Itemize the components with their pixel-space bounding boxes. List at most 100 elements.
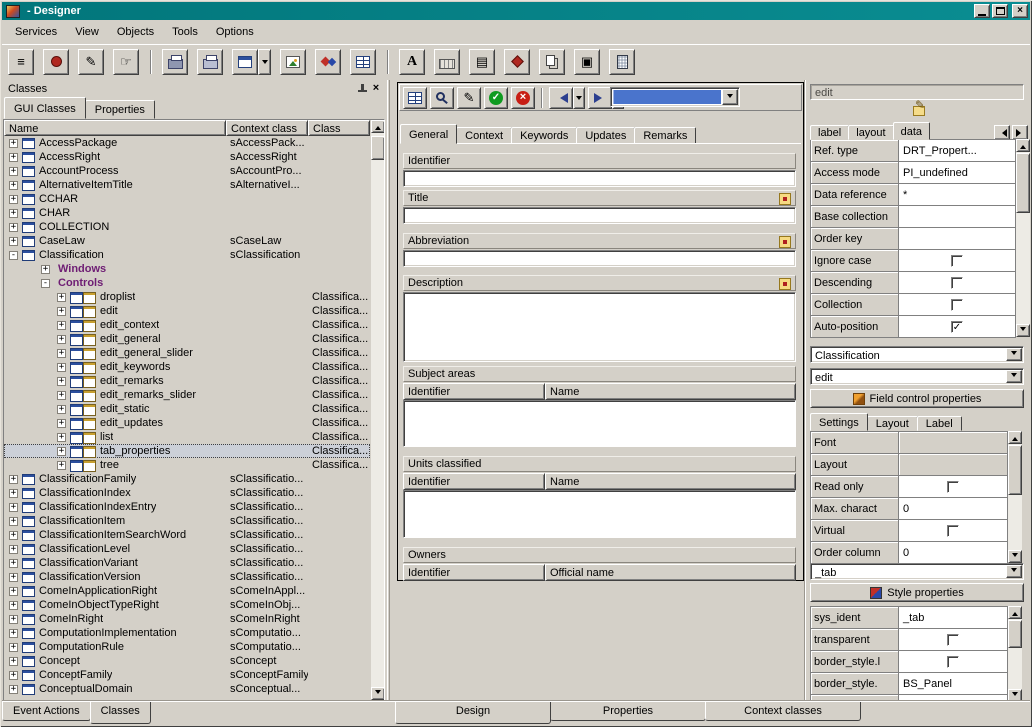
tree-row-caselaw[interactable]: +CaseLawsCaseLaw [4, 234, 370, 248]
collapse-box[interactable]: - [9, 251, 18, 260]
tree-row-accesspackage[interactable]: +AccessPackagesAccessPack... [4, 136, 370, 150]
expand-box[interactable]: + [9, 195, 18, 204]
pin-button[interactable] [355, 82, 369, 95]
tree-row-accessright[interactable]: +AccessRightsAccessRight [4, 150, 370, 164]
preview-button[interactable] [430, 87, 454, 109]
property-value[interactable]: 0 [899, 498, 1008, 520]
scrollbar-thumb[interactable] [1008, 445, 1022, 495]
tree-row-char[interactable]: +CHAR [4, 206, 370, 220]
grid-button[interactable] [350, 49, 376, 75]
style-properties-button[interactable]: Style properties [810, 583, 1024, 602]
identifier-input[interactable] [403, 170, 796, 187]
record-button[interactable] [43, 49, 69, 75]
tree-row-windows[interactable]: +Windows [4, 262, 370, 276]
tree-row-classificationitem[interactable]: +ClassificationItemsClassificatio... [4, 514, 370, 528]
scrollbar-thumb[interactable] [1008, 620, 1022, 648]
tree-row-alternativeitemtitle[interactable]: +AlternativeItemTitlesAlternativeI... [4, 178, 370, 192]
new-form-button[interactable] [232, 49, 258, 75]
expand-box[interactable]: + [41, 265, 50, 274]
minimize-button[interactable] [974, 4, 990, 18]
expand-box[interactable]: + [57, 461, 66, 470]
checkbox[interactable] [951, 299, 963, 311]
tree-row-controls[interactable]: -Controls [4, 276, 370, 290]
expand-box[interactable]: + [9, 587, 18, 596]
form-tab-remarks[interactable]: Remarks [634, 127, 696, 144]
tree-row-comeinright[interactable]: +ComeInRightsComeInRight [4, 612, 370, 626]
tree-row-conceptfamily[interactable]: +ConceptFamilysConceptFamily [4, 668, 370, 682]
tree-row-edit-general-slider[interactable]: +edit_general_sliderClassifica... [4, 346, 370, 360]
expand-box[interactable]: + [9, 629, 18, 638]
checkbox[interactable] [951, 277, 963, 289]
column-header-name[interactable]: Name [4, 120, 226, 136]
tree-row-droplist[interactable]: +droplistClassifica... [4, 290, 370, 304]
tree-row-accountprocess[interactable]: +AccountProcesssAccountPro... [4, 164, 370, 178]
expand-box[interactable]: + [9, 545, 18, 554]
expand-box[interactable]: + [57, 349, 66, 358]
settings-tab-label[interactable]: Label [917, 416, 962, 431]
assist-button[interactable]: ☞ [113, 49, 139, 75]
class-combo[interactable]: Classification [810, 346, 1024, 363]
column-header-class[interactable]: Class [308, 120, 370, 136]
scrollbar-thumb[interactable] [1016, 153, 1030, 213]
property-value[interactable] [899, 228, 1016, 250]
checkbox[interactable] [947, 656, 959, 668]
scroll-up-button[interactable] [1008, 431, 1022, 444]
form-tab-updates[interactable]: Updates [576, 127, 635, 144]
close-button[interactable]: × [1012, 4, 1028, 18]
image-button[interactable] [280, 49, 306, 75]
expand-box[interactable]: + [9, 153, 18, 162]
tabs-scroll-right-button[interactable] [1012, 125, 1028, 140]
property-value[interactable] [899, 454, 1008, 476]
subject-areas-table-body[interactable] [403, 400, 796, 447]
tree-row-classificationfamily[interactable]: +ClassificationFamilysClassificatio... [4, 472, 370, 486]
form-tab-general[interactable]: General [400, 124, 457, 144]
menu-tools[interactable]: Tools [163, 23, 207, 41]
expand-box[interactable]: + [57, 335, 66, 344]
data-grid-scrollbar[interactable] [1016, 139, 1030, 337]
scroll-down-button[interactable] [1008, 550, 1022, 563]
diamond-button[interactable] [504, 49, 530, 75]
combo-dropdown-button[interactable] [722, 89, 738, 105]
scroll-down-button[interactable] [371, 687, 385, 700]
tree-row-classificationindex[interactable]: +ClassificationIndexsClassificatio... [4, 486, 370, 500]
tree-row-concept[interactable]: +ConceptsConcept [4, 654, 370, 668]
expand-box[interactable]: + [9, 139, 18, 148]
tabs-scroll-left-button[interactable] [994, 125, 1010, 140]
expand-box[interactable]: + [9, 601, 18, 610]
tree-row-classificationindexentry[interactable]: +ClassificationIndexEntrysClassificatio.… [4, 500, 370, 514]
settings-tab-layout[interactable]: Layout [867, 416, 918, 431]
abbreviation-input[interactable] [403, 250, 796, 267]
expand-box[interactable]: + [57, 293, 66, 302]
tree-row-computationrule[interactable]: +ComputationRulesComputatio... [4, 640, 370, 654]
window-button[interactable]: ▣ [574, 49, 600, 75]
class-combo-dropdown-button[interactable] [1006, 348, 1022, 361]
tree-row-cchar[interactable]: +CCHAR [4, 192, 370, 206]
tree-row-edit-updates[interactable]: +edit_updatesClassifica... [4, 416, 370, 430]
tree-row-classification[interactable]: -ClassificationsClassification [4, 248, 370, 262]
property-value[interactable]: * [899, 184, 1016, 206]
units-classified-table-body[interactable] [403, 490, 796, 538]
scroll-down-button[interactable] [1016, 324, 1030, 337]
print-button[interactable] [162, 49, 188, 75]
expand-box[interactable]: + [9, 209, 18, 218]
tree-row-comeinapplicationright[interactable]: +ComeInApplicationRightsComeInAppl... [4, 584, 370, 598]
expand-box[interactable]: + [9, 503, 18, 512]
tree-row-classificationlevel[interactable]: +ClassificationLevelsClassificatio... [4, 542, 370, 556]
properties-tab-label[interactable]: label [810, 125, 849, 140]
panel-splitter[interactable] [387, 80, 390, 702]
column-header-identifier[interactable]: Identifier [403, 473, 545, 490]
property-value[interactable] [899, 432, 1008, 454]
properties-tab-data[interactable]: data [893, 122, 930, 140]
expand-box[interactable]: + [9, 643, 18, 652]
expand-box[interactable]: + [57, 391, 66, 400]
tree-row-edit-keywords[interactable]: +edit_keywordsClassifica... [4, 360, 370, 374]
editor-tab-properties[interactable]: Properties [550, 702, 706, 721]
expand-box[interactable]: + [9, 531, 18, 540]
scroll-up-button[interactable] [371, 120, 385, 133]
property-value[interactable]: PI_undefined [899, 162, 1016, 184]
maximize-button[interactable] [992, 4, 1008, 18]
tree-row-classificationversion[interactable]: +ClassificationVersionsClassificatio... [4, 570, 370, 584]
style-grid-scrollbar[interactable] [1008, 606, 1022, 702]
edit-mode-button[interactable]: ✎ [457, 87, 481, 109]
tree-row-computationimplementation[interactable]: +ComputationImplementationsComputatio... [4, 626, 370, 640]
